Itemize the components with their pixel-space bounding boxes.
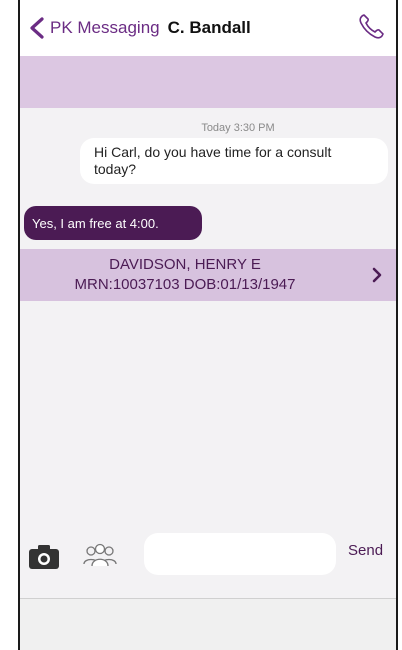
message-composer: Send <box>20 528 396 584</box>
camera-icon[interactable] <box>28 544 60 570</box>
send-button[interactable]: Send <box>348 542 383 559</box>
patient-identifiers: MRN:10037103 DOB:01/13/1947 <box>74 276 296 293</box>
contact-name: C. Bandall <box>167 18 251 37</box>
back-button[interactable]: PK Messaging <box>28 17 160 39</box>
incoming-message-bubble: Hi Carl, do you have time for a consult … <box>80 138 388 184</box>
bottom-bar <box>20 598 396 650</box>
message-input[interactable] <box>144 533 336 575</box>
chevron-left-icon <box>30 17 44 39</box>
message-thread[interactable]: Today 3:30 PM Hi Carl, do you have time … <box>20 108 396 528</box>
patient-card[interactable]: DAVIDSON, HENRY E MRN:10037103 DOB:01/13… <box>20 249 396 301</box>
message-timestamp: Today 3:30 PM <box>201 122 275 134</box>
conversation-banner <box>20 56 396 108</box>
phone-icon[interactable] <box>356 12 386 42</box>
back-label: PK Messaging <box>50 18 160 37</box>
group-icon[interactable] <box>82 542 118 568</box>
outgoing-message-bubble: Yes, I am free at 4:00. <box>24 206 202 240</box>
nav-bar: PK Messaging C. Bandall <box>20 0 396 56</box>
phone-frame: PK Messaging C. Bandall Today 3:30 PM Hi… <box>18 0 398 650</box>
patient-name: DAVIDSON, HENRY E <box>109 256 261 273</box>
chevron-right-icon <box>372 267 382 283</box>
